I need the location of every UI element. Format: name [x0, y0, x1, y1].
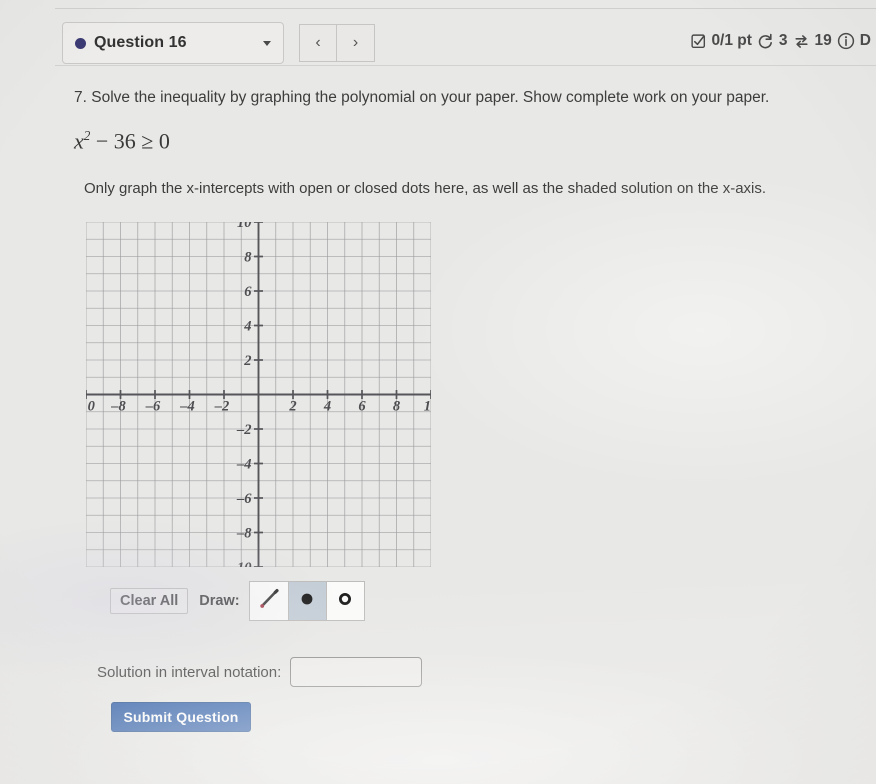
filled-dot-icon [296, 588, 318, 615]
coordinate-graph[interactable]: –10 –8 –6 –4 –2 2 4 6 8 10 10 8 6 4 2 –2 –4 –6 –8 –10 [86, 222, 431, 567]
graph-grid-svg[interactable]: –10 –8 –6 –4 –2 2 4 6 8 10 10 8 6 4 2 –2 –4 –6 –8 –10 [86, 222, 431, 567]
graphing-instruction-text: Only graph the x-intercepts with open or… [84, 180, 767, 197]
prev-question-button[interactable]: ‹ [299, 24, 337, 62]
draw-tool-group [248, 581, 365, 621]
question-header-bar: Question 16 ‹ › 0/1 pt 3 19 D [0, 10, 876, 64]
svg-text:10: 10 [424, 399, 431, 415]
checkbox-checked-icon [691, 33, 706, 49]
answer-row: Solution in interval notation: [97, 657, 423, 687]
draw-label: Draw: [199, 593, 240, 609]
svg-text:10: 10 [237, 222, 252, 231]
svg-text:–6: –6 [236, 491, 252, 507]
info-circle-icon[interactable] [837, 32, 855, 50]
points-earned-label: 0/1 pt [711, 32, 752, 49]
svg-text:8: 8 [244, 250, 252, 266]
svg-text:–2: –2 [236, 422, 252, 438]
svg-text:6: 6 [244, 284, 252, 300]
retry-arrow-icon[interactable] [757, 33, 774, 50]
question-prompt-text: 7. Solve the inequality by graphing the … [74, 89, 770, 106]
svg-text:–4: –4 [236, 457, 252, 473]
swap-count-label: 19 [814, 32, 832, 49]
closed-dot-tool-button[interactable] [287, 582, 326, 620]
question-selector-label: Question 16 [94, 34, 187, 51]
pencil-icon [257, 587, 281, 616]
svg-text:2: 2 [243, 353, 251, 369]
pencil-line-tool-button[interactable] [250, 582, 288, 620]
svg-text:2: 2 [288, 399, 296, 415]
svg-text:4: 4 [323, 399, 331, 415]
svg-text:–8: –8 [110, 399, 126, 415]
submit-question-button[interactable]: Submit Question [111, 702, 251, 732]
expression-variable: x [74, 128, 84, 154]
svg-text:–2: –2 [214, 399, 230, 415]
clear-all-button[interactable]: Clear All [110, 588, 189, 614]
question-selector-dropdown[interactable]: Question 16 [62, 22, 284, 64]
interval-notation-input[interactable] [290, 657, 423, 687]
chevron-down-icon[interactable] [263, 40, 271, 46]
question-status-dot-icon [75, 37, 86, 49]
svg-text:–10: –10 [229, 560, 252, 567]
question-status-bar: 0/1 pt 3 19 D [691, 32, 876, 50]
open-dot-tool-button[interactable] [325, 582, 364, 620]
svg-text:–10: –10 [86, 399, 95, 415]
header-bottom-divider [55, 65, 876, 66]
swap-arrows-icon[interactable] [793, 33, 810, 50]
svg-text:–4: –4 [179, 399, 195, 415]
svg-text:–6: –6 [145, 399, 161, 415]
header-top-divider [55, 8, 876, 9]
svg-text:4: 4 [243, 319, 251, 335]
open-dot-icon [334, 588, 356, 615]
expression-rest: − 36 ≥ 0 [90, 128, 170, 154]
next-question-button[interactable]: › [337, 24, 375, 62]
retry-count-label: 3 [778, 32, 788, 49]
draw-toolbar: Clear All Draw: [110, 581, 365, 621]
cutoff-menu-text: D [859, 32, 871, 49]
svg-text:–8: –8 [236, 526, 252, 542]
inequality-expression: x2 − 36 ≥ 0 [74, 128, 170, 154]
svg-text:6: 6 [358, 399, 366, 415]
question-nav-buttons: ‹ › [299, 24, 375, 62]
interval-notation-label: Solution in interval notation: [97, 663, 282, 681]
svg-text:8: 8 [393, 399, 401, 415]
